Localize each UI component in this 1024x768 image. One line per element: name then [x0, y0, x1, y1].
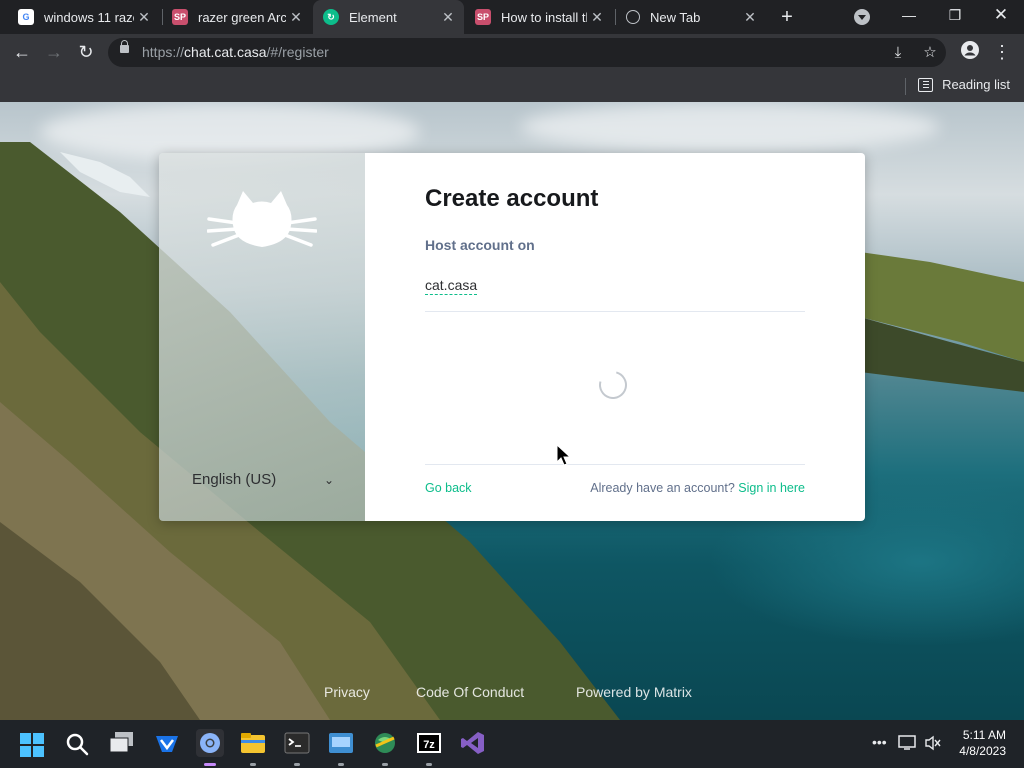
powered-by-matrix-link[interactable]: Powered by Matrix [576, 684, 692, 700]
svg-text:7z: 7z [423, 739, 435, 751]
running-app-indicator [382, 763, 388, 766]
file-explorer-icon[interactable] [240, 730, 266, 756]
active-app-indicator [204, 763, 216, 766]
system-clock[interactable]: 5:11 AM 4/8/2023 [959, 727, 1006, 759]
terminal-icon[interactable] [284, 730, 310, 756]
close-tab-icon[interactable]: ✕ [438, 9, 458, 26]
7zip-icon[interactable]: 7z [416, 730, 442, 756]
reading-list-button[interactable]: Reading list [918, 77, 1010, 92]
new-tab-button[interactable]: + [776, 4, 798, 30]
tab-element[interactable]: ↻ Element ✕ [313, 0, 464, 34]
address-bar[interactable]: https://chat.cat.casa/#/register ⤓ ☆ [108, 38, 946, 67]
restore-button[interactable]: ❐ [932, 0, 978, 30]
google-favicon-icon: G [18, 9, 34, 25]
minimize-button[interactable]: — [886, 0, 932, 30]
cat-casa-logo-icon [207, 191, 317, 247]
sp-favicon-icon: SP [475, 9, 491, 25]
start-windows-icon[interactable] [20, 733, 44, 757]
running-app-indicator [294, 763, 300, 766]
url-text[interactable]: https://chat.cat.casa/#/register [142, 44, 329, 60]
page-viewport: English (US) ⌄ Create account Host accou… [0, 102, 1024, 720]
host-account-label: Host account on [425, 237, 535, 253]
back-icon[interactable]: ← [10, 40, 34, 64]
close-tab-icon[interactable]: ✕ [286, 9, 306, 26]
code-of-conduct-link[interactable]: Code Of Conduct [416, 684, 524, 700]
display-icon[interactable] [898, 735, 916, 754]
close-tab-icon[interactable]: ✕ [134, 9, 154, 26]
sign-in-link[interactable]: Sign in here [738, 481, 805, 495]
visual-studio-icon[interactable] [460, 730, 486, 756]
element-favicon-icon: ↻ [323, 9, 339, 25]
mouse-cursor-icon [556, 444, 572, 466]
register-card: English (US) ⌄ Create account Host accou… [159, 153, 865, 521]
server-name-link[interactable]: cat.casa [425, 277, 478, 295]
divider [425, 311, 805, 312]
tab-new-tab[interactable]: New Tab ✕ [616, 0, 766, 34]
loading-spinner-icon [593, 365, 633, 405]
running-app-indicator [426, 763, 432, 766]
tab-title: razer green Arch [198, 9, 286, 25]
globe-icon [626, 10, 640, 24]
tab-title: How to install th [501, 9, 587, 25]
chevron-down-icon: ⌄ [323, 473, 334, 487]
search-icon[interactable] [65, 732, 89, 756]
windows-taskbar: 7z ••• 5:11 AM 4/8/2023 [0, 720, 1024, 768]
sound-muted-icon[interactable] [924, 735, 942, 754]
tab-title: Element [349, 9, 397, 25]
lock-icon[interactable] [120, 40, 129, 53]
close-tab-icon[interactable]: ✕ [587, 9, 607, 26]
language-label: English (US) [192, 471, 277, 488]
running-app-indicator [250, 763, 256, 766]
already-account-text: Already have an account? [590, 481, 735, 495]
show-hidden-icons[interactable]: ••• [872, 734, 887, 750]
auth-header-panel: English (US) ⌄ [159, 153, 365, 521]
control-panel-icon[interactable] [328, 730, 354, 756]
auth-body: Create account Host account on cat.casa … [365, 153, 865, 521]
close-tab-icon[interactable]: ✕ [740, 9, 760, 26]
network-globe-icon[interactable] [372, 730, 398, 756]
clock-time: 5:11 AM [962, 728, 1006, 742]
tab-razer-green-arch[interactable]: SP razer green Arch ✕ [162, 0, 312, 34]
install-app-icon[interactable]: ⤓ [887, 42, 909, 64]
tab-title: New Tab [650, 9, 701, 25]
forward-icon[interactable]: → [42, 40, 66, 64]
clock-date: 4/8/2023 [959, 744, 1006, 758]
running-app-indicator [338, 763, 344, 766]
privacy-link[interactable]: Privacy [324, 684, 370, 700]
divider [425, 464, 805, 465]
sign-in-prompt: Already have an account? Sign in here [590, 481, 805, 495]
reading-list-icon [918, 77, 934, 92]
reload-icon[interactable]: ↻ [74, 40, 98, 64]
close-window-button[interactable]: ✕ [978, 0, 1024, 30]
bookmark-star-icon[interactable]: ☆ [919, 42, 941, 64]
language-selector[interactable]: English (US) ⌄ [192, 471, 334, 488]
tab-title: windows 11 razer [44, 9, 134, 25]
menu-kebab-icon[interactable]: ⋮ [990, 40, 1014, 64]
tab-how-to-install[interactable]: SP How to install th ✕ [465, 0, 613, 34]
reading-list-label: Reading list [942, 77, 1010, 92]
page-title: Create account [425, 185, 599, 212]
bookmark-bar: Reading list [0, 71, 1024, 103]
tab-windows-11-razer[interactable]: G windows 11 razer ✕ [8, 0, 160, 34]
divider [905, 78, 906, 95]
sp-favicon-icon: SP [172, 9, 188, 25]
chrome-taskbar-icon[interactable] [196, 729, 224, 757]
tab-strip: G windows 11 razer ✕ SP razer green Arch… [0, 0, 1024, 34]
tab-search-icon[interactable] [854, 9, 870, 25]
go-back-link[interactable]: Go back [425, 481, 472, 495]
task-view-icon[interactable] [109, 732, 135, 754]
widgets-icon[interactable] [154, 730, 180, 756]
browser-toolbar: ← → ↻ https://chat.cat.casa/#/register ⤓… [0, 34, 1024, 71]
profile-icon[interactable] [958, 40, 982, 64]
